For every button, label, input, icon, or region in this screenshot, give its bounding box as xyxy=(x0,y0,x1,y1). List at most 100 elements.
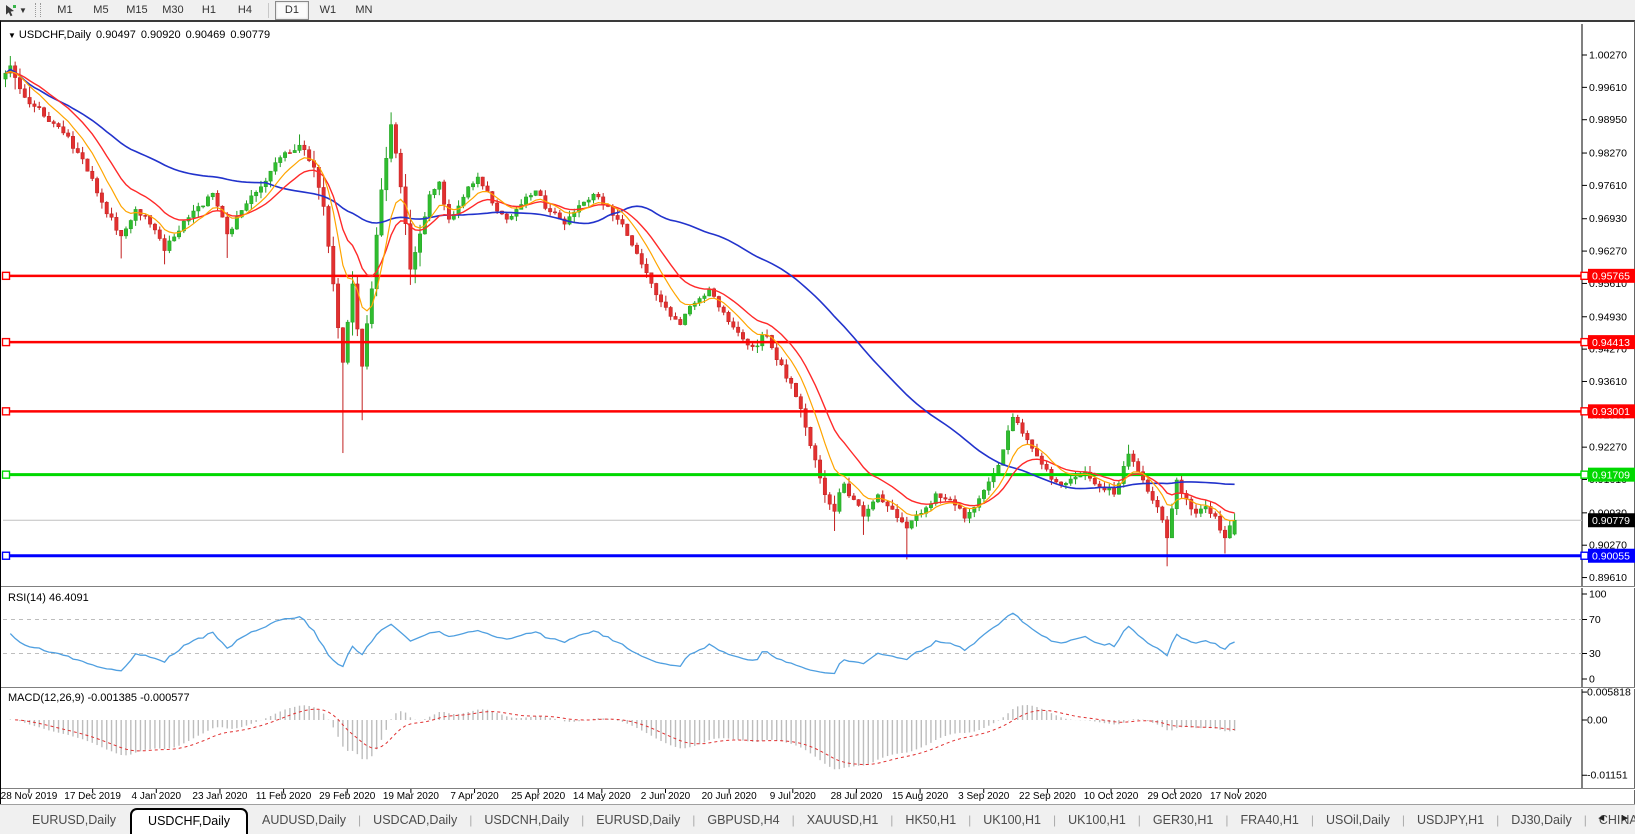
tabs-scroll-right-icon[interactable]: ► xyxy=(1620,814,1630,824)
time-axis-label: 29 Oct 2020 xyxy=(1147,791,1201,802)
svg-text:0.92270: 0.92270 xyxy=(1589,442,1627,454)
time-axis-label: 15 Aug 2020 xyxy=(892,791,948,802)
time-axis-label: 20 Jun 2020 xyxy=(702,791,757,802)
ohlc-open: 0.90497 xyxy=(96,29,136,41)
time-axis-label: 28 Jul 2020 xyxy=(831,791,883,802)
level-price-tag: 0.94413 xyxy=(1588,335,1635,349)
toolbar-grip xyxy=(35,3,41,17)
chart-tab-bar: EURUSD,DailyUSDCHF,DailyAUDUSD,Daily|USD… xyxy=(0,804,1635,834)
line-handle[interactable] xyxy=(1581,339,1588,346)
timeframe-button-m15[interactable]: M15 xyxy=(120,1,154,20)
chart-tab-usdjpy-h1[interactable]: USDJPY,H1 xyxy=(1403,809,1498,831)
chart-tab-usoil-daily[interactable]: USOil,Daily xyxy=(1312,809,1404,831)
candles xyxy=(4,56,1237,566)
chart-tab-audusd-daily[interactable]: AUDUSD,Daily xyxy=(248,809,360,831)
time-axis[interactable]: 28 Nov 201917 Dec 20194 Jan 202023 Jan 2… xyxy=(1,791,1581,805)
timeframe-button-m30[interactable]: M30 xyxy=(156,1,190,20)
chart-tab-eurusd-daily[interactable]: EURUSD,Daily xyxy=(582,809,694,831)
svg-text:0.005818: 0.005818 xyxy=(1587,687,1631,699)
chart-tab-uk100-h1[interactable]: UK100,H1 xyxy=(1054,809,1140,831)
line-handle[interactable] xyxy=(1581,408,1588,415)
svg-text:0.96930: 0.96930 xyxy=(1589,213,1627,225)
line-handle[interactable] xyxy=(1581,272,1588,279)
timeframe-button-w1[interactable]: W1 xyxy=(311,1,345,20)
chart-tab-eurusd-daily[interactable]: EURUSD,Daily xyxy=(18,809,130,831)
current-price-tag: 0.90779 xyxy=(1588,513,1635,527)
timeframe-button-m1[interactable]: M1 xyxy=(48,1,82,20)
ohlc-high: 0.90920 xyxy=(141,29,181,41)
level-price-tag: 0.95765 xyxy=(1588,269,1635,283)
macd-histogram xyxy=(6,705,1235,769)
line-handle[interactable] xyxy=(3,552,10,559)
mt4-terminal: ▼ M1M5M15M30H1H4 D1W1MN 1.002700.996100.9… xyxy=(0,0,1635,834)
time-axis-label: 10 Oct 2020 xyxy=(1084,791,1138,802)
timeframe-buttons: M1M5M15M30H1H4 D1W1MN xyxy=(47,1,382,20)
svg-text:0.99610: 0.99610 xyxy=(1589,82,1627,94)
rsi-line xyxy=(10,613,1234,673)
chart-title: ▼USDCHF,Daily 0.90497 0.90920 0.90469 0.9077… xyxy=(8,29,275,41)
tool-dropdown-caret-icon[interactable]: ▼ xyxy=(19,6,27,15)
time-axis-label: 29 Feb 2020 xyxy=(319,791,375,802)
chart-tab-fra40-h1[interactable]: FRA40,H1 xyxy=(1226,809,1312,831)
line-handle[interactable] xyxy=(3,408,10,415)
svg-text:0.90055: 0.90055 xyxy=(1592,551,1630,563)
line-handle[interactable] xyxy=(1581,552,1588,559)
ma-slow-line xyxy=(6,70,1235,489)
time-axis-label: 11 Feb 2020 xyxy=(256,791,311,802)
chart-tab-uk100-h1[interactable]: UK100,H1 xyxy=(969,809,1055,831)
cursor-tool-icon[interactable] xyxy=(3,3,17,17)
macd-panel: 0.005818 0.00 -0.01151 xyxy=(6,687,1631,782)
timeframe-button-m5[interactable]: M5 xyxy=(84,1,118,20)
horizontal-level-lines[interactable] xyxy=(3,272,1589,559)
time-axis-label: 17 Nov 2020 xyxy=(1210,791,1267,802)
svg-text:0.94413: 0.94413 xyxy=(1592,337,1630,349)
chart-window[interactable]: 1.002700.996100.989500.982700.976100.969… xyxy=(0,20,1635,804)
line-handle[interactable] xyxy=(3,272,10,279)
time-axis-label: 23 Jan 2020 xyxy=(192,791,247,802)
price-axis[interactable]: 1.002700.996100.989500.982700.976100.969… xyxy=(1582,50,1627,585)
time-axis-label: 19 Mar 2020 xyxy=(383,791,439,802)
chart-frame xyxy=(1,24,1635,790)
timeframe-button-mn[interactable]: MN xyxy=(347,1,381,20)
svg-text:0.90779: 0.90779 xyxy=(1592,515,1630,527)
svg-text:0.95765: 0.95765 xyxy=(1592,271,1630,283)
ma-mid-line xyxy=(6,72,1235,513)
chart-tab-xauusd-h1[interactable]: XAUUSD,H1 xyxy=(793,809,893,831)
time-axis-label: 9 Jul 2020 xyxy=(770,791,816,802)
svg-text:0.91709: 0.91709 xyxy=(1592,469,1630,481)
line-handle[interactable] xyxy=(1581,471,1588,478)
collapse-indicator-icon[interactable]: ▼ xyxy=(8,31,16,40)
timeframe-button-h4[interactable]: H4 xyxy=(228,1,262,20)
chart-tab-hk50-h1[interactable]: HK50,H1 xyxy=(891,809,970,831)
chart-tab-dj30-daily[interactable]: DJ30,Daily xyxy=(1497,809,1585,831)
level-price-tag: 0.93001 xyxy=(1588,404,1635,418)
ohlc-close: 0.90779 xyxy=(230,29,270,41)
symbol-label: USDCHF,Daily xyxy=(19,29,91,41)
chart-tab-gbpusd-h4[interactable]: GBPUSD,H4 xyxy=(693,809,793,831)
tabs-scroll-left-icon[interactable]: ◄ xyxy=(1596,814,1606,824)
line-handle[interactable] xyxy=(3,471,10,478)
chart-canvas[interactable]: 1.002700.996100.989500.982700.976100.969… xyxy=(1,22,1635,806)
chart-tab-usdcad-daily[interactable]: USDCAD,Daily xyxy=(359,809,471,831)
line-handle[interactable] xyxy=(3,339,10,346)
svg-text:0.00: 0.00 xyxy=(1587,715,1608,727)
level-price-tag: 0.90055 xyxy=(1588,549,1635,563)
svg-text:0.98270: 0.98270 xyxy=(1589,148,1627,160)
chart-tab-usdchf-daily[interactable]: USDCHF,Daily xyxy=(130,808,248,834)
time-axis-label: 22 Sep 2020 xyxy=(1019,791,1076,802)
svg-text:0: 0 xyxy=(1589,674,1595,686)
ma-fast-line xyxy=(6,72,1235,521)
ohlc-low: 0.90469 xyxy=(186,29,226,41)
svg-text:0.93001: 0.93001 xyxy=(1592,406,1630,418)
chart-tab-ger30-h1[interactable]: GER30,H1 xyxy=(1139,809,1227,831)
chart-tab-usdcnh-daily[interactable]: USDCNH,Daily xyxy=(470,809,583,831)
svg-text:-0.01151: -0.01151 xyxy=(1587,770,1628,782)
svg-text:100: 100 xyxy=(1589,589,1607,601)
time-axis-label: 7 Apr 2020 xyxy=(450,791,498,802)
time-axis-label: 14 May 2020 xyxy=(573,791,631,802)
time-axis-label: 4 Jan 2020 xyxy=(132,791,182,802)
timeframe-button-h1[interactable]: H1 xyxy=(192,1,226,20)
toolbar-separator xyxy=(268,3,269,18)
timeframe-button-d1[interactable]: D1 xyxy=(275,1,309,20)
svg-text:0.89610: 0.89610 xyxy=(1589,572,1627,584)
